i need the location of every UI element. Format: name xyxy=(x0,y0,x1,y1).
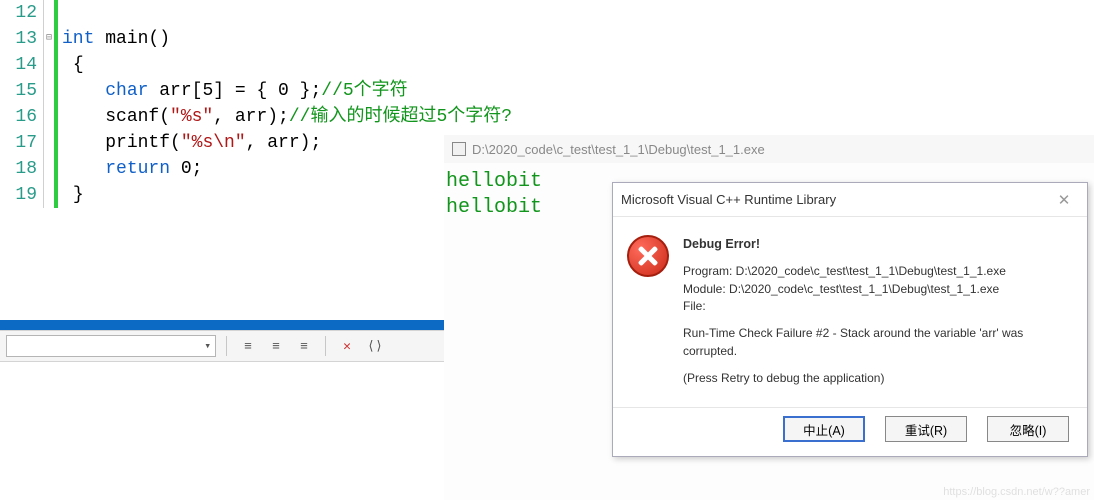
line-number: 13 xyxy=(0,26,37,52)
dialog-module-line: Module: D:\2020_code\c_test\test_1_1\Deb… xyxy=(683,281,1073,298)
abort-button-label: 中止(A) xyxy=(803,420,845,439)
code-line: scanf("%s", arr);//输入的时候超过5个字符? xyxy=(62,104,512,130)
dialog-program-line: Program: D:\2020_code\c_test\test_1_1\De… xyxy=(683,263,1073,280)
clear-button[interactable]: ✕ xyxy=(336,335,358,357)
code-line xyxy=(62,0,512,26)
toolbar-separator xyxy=(325,336,326,356)
toolbar-button[interactable]: ≡ xyxy=(293,335,315,357)
line-number: 18 xyxy=(0,156,37,182)
output-filter-dropdown[interactable]: ▾ xyxy=(6,335,216,357)
dialog-header: Debug Error! xyxy=(683,235,1073,253)
console-titlebar[interactable]: D:\2020_code\c_test\test_1_1\Debug\test_… xyxy=(444,135,1094,163)
fold-toggle-icon[interactable]: ⊟ xyxy=(44,26,54,52)
ignore-button-label: 忽略(I) xyxy=(1010,420,1047,439)
dialog-title-text: Microsoft Visual C++ Runtime Library xyxy=(621,192,836,207)
code-line: { xyxy=(62,52,512,78)
ignore-button[interactable]: 忽略(I) xyxy=(987,416,1069,442)
close-icon: ✕ xyxy=(1058,191,1071,209)
line-number-gutter: 12 13 14 15 16 17 18 19 xyxy=(0,0,44,208)
console-title-text: D:\2020_code\c_test\test_1_1\Debug\test_… xyxy=(472,142,765,157)
retry-button[interactable]: 重试(R) xyxy=(885,416,967,442)
runtime-error-dialog: Microsoft Visual C++ Runtime Library ✕ D… xyxy=(612,182,1088,457)
line-number: 12 xyxy=(0,0,37,26)
line-number: 14 xyxy=(0,52,37,78)
toolbar-button[interactable]: ≡ xyxy=(265,335,287,357)
abort-button[interactable]: 中止(A) xyxy=(783,416,865,442)
dialog-file-line: File: xyxy=(683,298,1073,315)
code-line: char arr[5] = { 0 };//5个字符 xyxy=(62,78,512,104)
dialog-titlebar[interactable]: Microsoft Visual C++ Runtime Library ✕ xyxy=(613,183,1087,217)
dialog-error-text: Run-Time Check Failure #2 - Stack around… xyxy=(683,325,1073,360)
toolbar-separator xyxy=(226,336,227,356)
word-wrap-button[interactable]: ⟨⟩ xyxy=(364,335,386,357)
dialog-body: Debug Error! Program: D:\2020_code\c_tes… xyxy=(613,217,1087,407)
code-line: int main() xyxy=(62,26,512,52)
error-icon xyxy=(627,235,669,277)
dialog-message: Debug Error! Program: D:\2020_code\c_tes… xyxy=(683,235,1073,397)
toolbar-button[interactable]: ≡ xyxy=(237,335,259,357)
line-number: 15 xyxy=(0,78,37,104)
console-app-icon xyxy=(452,142,466,156)
line-number: 19 xyxy=(0,182,37,208)
chevron-down-icon: ▾ xyxy=(204,339,211,353)
dialog-button-row: 中止(A) 重试(R) 忽略(I) xyxy=(613,407,1087,456)
watermark-text: https://blog.csdn.net/w??amer xyxy=(943,486,1090,498)
line-number: 16 xyxy=(0,104,37,130)
retry-button-label: 重试(R) xyxy=(905,420,947,439)
close-button[interactable]: ✕ xyxy=(1049,188,1079,212)
line-number: 17 xyxy=(0,130,37,156)
fold-margin: ⊟ xyxy=(44,0,58,208)
dialog-retry-hint: (Press Retry to debug the application) xyxy=(683,370,1073,387)
